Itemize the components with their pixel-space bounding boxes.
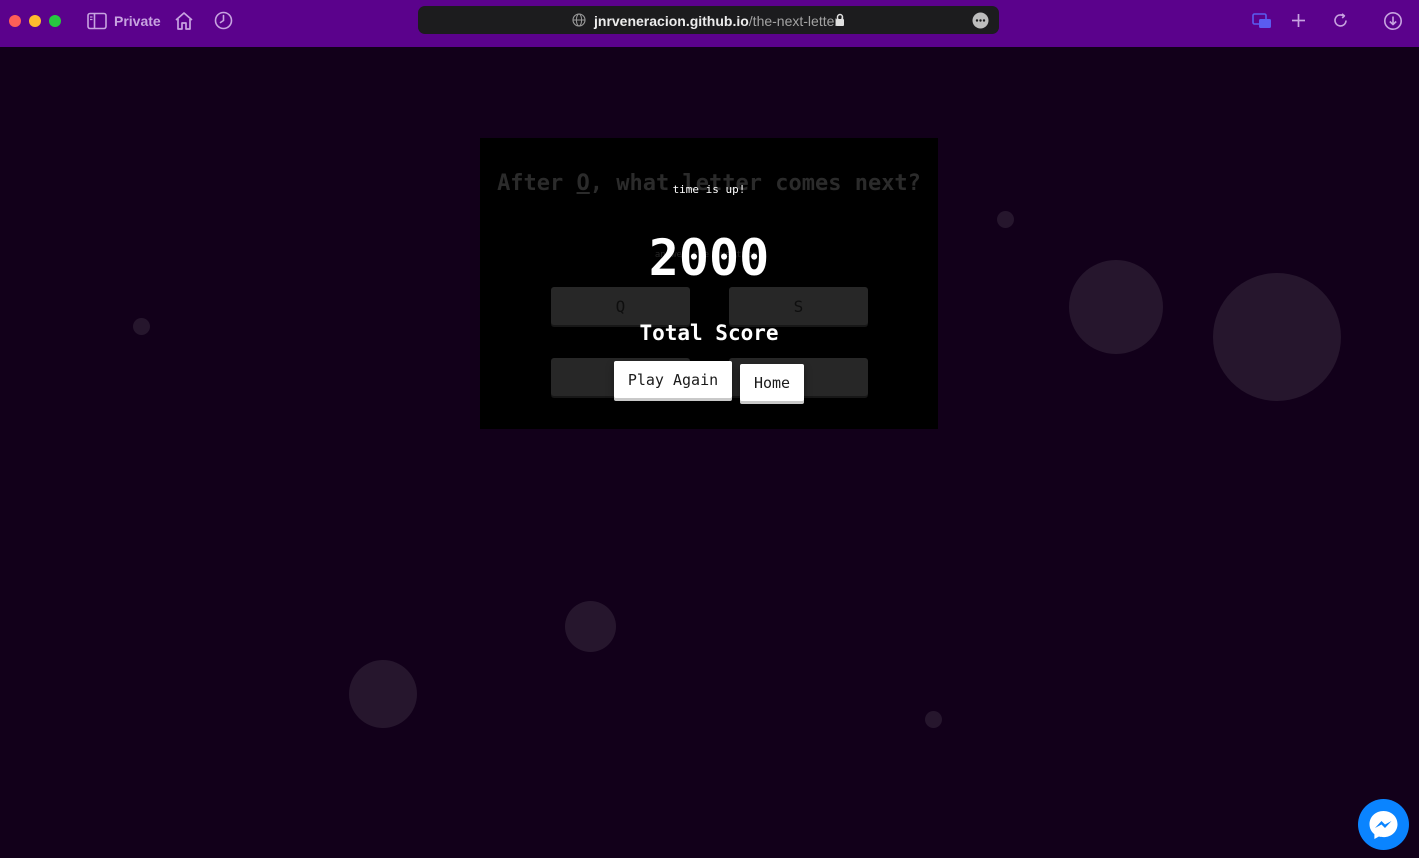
tab-overview-icon[interactable] [1252,12,1272,30]
browser-toolbar: Private jnrveneracion.github.io/the-next… [0,0,1419,47]
total-score-value: 2000 [648,229,770,287]
background-bubble [1213,273,1341,401]
address-bar[interactable]: jnrveneracion.github.io/the-next-letter/ [418,6,999,34]
background-bubble [997,211,1014,228]
download-icon[interactable] [1383,11,1403,31]
ellipsis-icon[interactable] [972,12,989,29]
messenger-icon [1360,801,1407,848]
background-bubble [133,318,150,335]
window-maximize-button[interactable] [49,15,61,27]
url-text[interactable]: jnrveneracion.github.io/the-next-letter/ [594,13,843,29]
messenger-chat-button[interactable] [1358,799,1409,850]
url-domain: jnrveneracion.github.io [594,13,749,29]
play-again-button[interactable]: Play Again [614,361,732,398]
clock-icon[interactable] [213,10,234,31]
globe-icon [572,13,586,27]
choice-button[interactable]: Q [551,287,690,325]
background-bubble [1069,260,1163,354]
choice-button[interactable]: S [729,287,868,325]
window-minimize-button[interactable] [29,15,41,27]
reload-icon[interactable] [1332,12,1349,29]
plus-icon[interactable] [1290,12,1307,29]
background-bubble [565,601,616,652]
time-up-message: time is up! [672,183,746,196]
home-button[interactable]: Home [740,364,804,401]
game-card: After O, what letter comes next? answer … [480,138,938,429]
window-close-button[interactable] [9,15,21,27]
sidebar-toggle-icon[interactable] [87,12,107,30]
home-icon[interactable] [173,10,195,32]
private-label: Private [114,13,161,29]
lock-icon [834,13,846,27]
background-bubble [925,711,942,728]
total-score-label: Total Score [639,321,779,345]
url-path: /the-next-letter/ [748,13,843,29]
background-bubble [349,660,417,728]
